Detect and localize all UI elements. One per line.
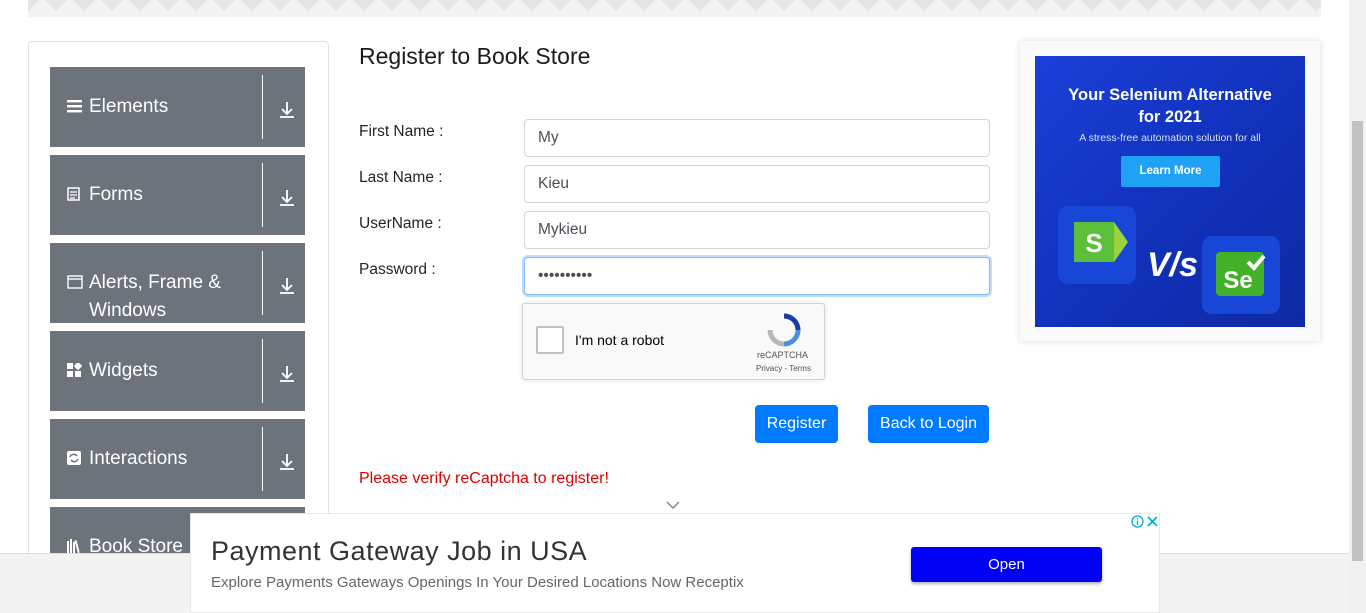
close-icon[interactable]	[1146, 515, 1159, 528]
widgets-icon	[67, 361, 83, 379]
learn-more-button[interactable]: Learn More	[1121, 156, 1220, 187]
download-arrow-icon[interactable]	[277, 188, 297, 208]
recaptcha-label: I'm not a robot	[575, 332, 665, 348]
recaptcha-logo-icon	[767, 313, 801, 347]
bottom-ad-subtitle: Explore Payments Gateways Openings In Yo…	[211, 574, 744, 591]
register-button[interactable]: Register	[755, 405, 838, 443]
divider	[262, 75, 263, 139]
sidebar-group-elements[interactable]: Elements	[50, 67, 305, 147]
selenium-logo-icon: Se	[1202, 236, 1280, 314]
divider	[262, 339, 263, 403]
document-icon	[67, 187, 82, 203]
divider	[262, 163, 263, 227]
open-button[interactable]: Open	[911, 547, 1102, 582]
bottom-advertisement[interactable]: Payment Gateway Job in USA Explore Payme…	[190, 513, 1160, 613]
recaptcha-widget: I'm not a robot reCAPTCHA Privacy - Term…	[522, 303, 825, 380]
page-title: Register to Book Store	[359, 43, 591, 69]
recaptcha-checkbox[interactable]	[536, 326, 564, 354]
sidebar: Elements Forms Alerts, Frame & Windows W…	[28, 41, 329, 581]
sidebar-group-forms[interactable]: Forms	[50, 155, 305, 235]
username-label: UserName :	[359, 215, 442, 232]
katalon-logo-icon: S	[1058, 206, 1136, 284]
download-arrow-icon[interactable]	[277, 100, 297, 120]
download-arrow-icon[interactable]	[277, 276, 297, 296]
header-banner	[28, 0, 1321, 17]
download-arrow-icon[interactable]	[277, 452, 297, 472]
username-input[interactable]: Mykieu	[524, 211, 990, 249]
interactions-icon	[67, 451, 82, 467]
divider	[262, 251, 263, 315]
hamburger-icon	[67, 99, 82, 115]
last-name-input[interactable]: Kieu	[524, 165, 990, 203]
ad-info-icon[interactable]	[1131, 515, 1144, 528]
sidebar-group-widgets[interactable]: Widgets	[50, 331, 305, 411]
sidebar-group-label: Elements	[89, 96, 169, 117]
sidebar-group-interactions[interactable]: Interactions	[50, 419, 305, 499]
bottom-ad-headline: Payment Gateway Job in USA	[211, 536, 588, 566]
first-name-label: First Name :	[359, 123, 444, 140]
divider	[262, 427, 263, 491]
scrollbar[interactable]	[1349, 0, 1366, 613]
recaptcha-brand: reCAPTCHA	[757, 350, 809, 360]
ad-vs-text: V/s	[1147, 246, 1199, 284]
sidebar-group-alerts[interactable]: Alerts, Frame & Windows	[50, 243, 305, 323]
error-message: Please verify reCaptcha to register!	[359, 470, 609, 487]
scrollbar-thumb[interactable]	[1352, 121, 1363, 561]
back-to-login-button[interactable]: Back to Login	[868, 405, 989, 443]
ad-headline: Your Selenium Alternative for 2021	[1035, 84, 1305, 128]
sidebar-group-label: Alerts, Frame & Windows	[89, 272, 221, 321]
ad-banner[interactable]: Your Selenium Alternative for 2021 A str…	[1035, 56, 1305, 327]
chevron-down-icon[interactable]	[666, 497, 680, 510]
window-icon	[67, 275, 83, 291]
ad-headline-line1: Your Selenium Alternative	[1068, 86, 1272, 104]
password-label: Password :	[359, 261, 436, 278]
recaptcha-terms-link[interactable]: Privacy - Terms	[756, 364, 811, 373]
first-name-input[interactable]: My	[524, 119, 990, 157]
sidebar-group-label: Forms	[89, 184, 143, 205]
download-arrow-icon[interactable]	[277, 364, 297, 384]
password-input[interactable]: ••••••••••	[524, 257, 990, 295]
sidebar-group-label: Interactions	[89, 448, 188, 469]
svg-text:S: S	[1085, 228, 1102, 258]
svg-text:Se: Se	[1223, 267, 1252, 294]
last-name-label: Last Name :	[359, 169, 443, 186]
side-advertisement[interactable]: Your Selenium Alternative for 2021 A str…	[1020, 41, 1320, 341]
ad-headline-line2: for 2021	[1138, 108, 1202, 126]
sidebar-group-label: Widgets	[89, 360, 158, 381]
ad-subtitle: A stress-free automation solution for al…	[1079, 132, 1261, 144]
